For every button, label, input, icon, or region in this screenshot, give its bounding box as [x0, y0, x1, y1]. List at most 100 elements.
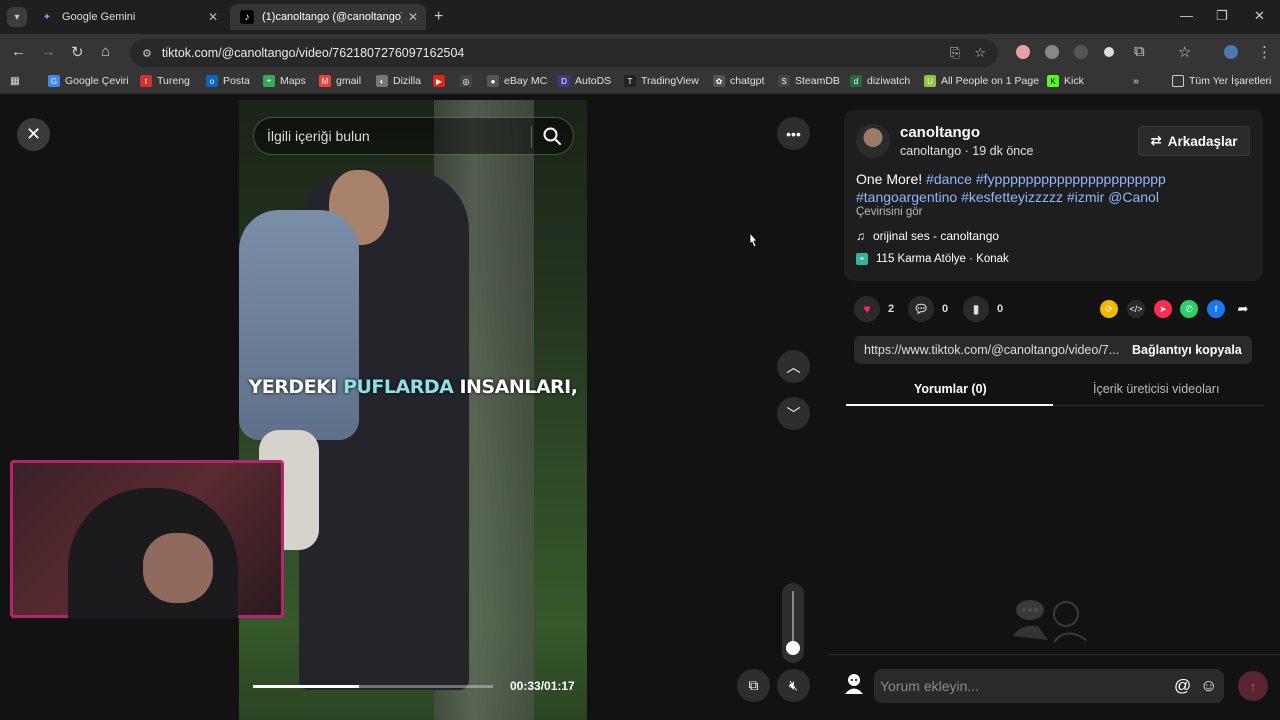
minimize-button[interactable]: —: [1180, 8, 1193, 23]
hashtag-link[interactable]: #fypppppppppppppppppppppp: [976, 171, 1166, 187]
post-info-card: canoltango canoltango · 19 dk önce ⇄ Arka…: [844, 110, 1263, 281]
forward-button[interactable]: →: [41, 43, 56, 60]
extensions-puzzle-icon[interactable]: ⧉: [1134, 43, 1145, 60]
bookmark-item[interactable]: t Tureng: [140, 75, 190, 87]
reload-button[interactable]: ↻: [71, 43, 84, 61]
see-translation-link[interactable]: Çevirisini gör: [856, 206, 922, 218]
video-progress-bar[interactable]: [253, 685, 493, 688]
comment-button[interactable]: 💬︎ 0: [908, 296, 948, 322]
close-icon[interactable]: ✕: [408, 10, 418, 24]
bookmark-item[interactable]: d diziwatch: [850, 75, 910, 87]
next-video-button[interactable]: ﹀: [777, 397, 810, 430]
bookmark-item[interactable]: o Posta: [206, 75, 250, 87]
volume-slider[interactable]: [782, 583, 804, 663]
copy-link-button[interactable]: Bağlantıyı kopyala: [1122, 343, 1242, 357]
mention-at-icon[interactable]: @: [1174, 676, 1191, 696]
related-search-bar[interactable]: [253, 117, 574, 155]
home-button[interactable]: ⌂: [101, 43, 110, 60]
progress-fill: [253, 685, 359, 688]
whatsapp-icon[interactable]: ✆: [1180, 300, 1198, 318]
volume-handle[interactable]: [786, 641, 800, 655]
emoji-icon[interactable]: ☺: [1200, 676, 1217, 696]
heart-icon: ♥: [854, 296, 880, 322]
youtube-icon: ▶: [433, 75, 445, 87]
post-comment-button[interactable]: ↑: [1238, 671, 1268, 701]
hashtag-link[interactable]: #kesfetteyizzzzz: [961, 189, 1063, 205]
window-close-button[interactable]: ✕: [1254, 8, 1265, 24]
tiktok-page: ✕ YERDEKI PUFLARDA INSANLARI, 00:33/01:1…: [0, 94, 1280, 720]
music-link[interactable]: ♫ orijinal ses - canoltango: [856, 229, 999, 243]
embed-code-icon[interactable]: </>: [1127, 300, 1145, 318]
youtube-bookmark[interactable]: ▶: [433, 75, 450, 87]
like-button[interactable]: ♥ 2: [854, 296, 894, 322]
menu-icon[interactable]: ⋮: [1257, 43, 1272, 61]
bookmark-item[interactable]: D AutoDS: [558, 75, 611, 87]
tab-tiktok[interactable]: ♪ (1)canoltango (@canoltango) | ✕: [230, 4, 426, 30]
more-bookmarks-chevron-icon[interactable]: »: [1133, 75, 1139, 87]
subtitle-text: YERDEKI: [248, 376, 344, 398]
mention-link[interactable]: @Canol: [1108, 189, 1159, 205]
bookmark-item[interactable]: U All People on 1 Page: [924, 75, 1039, 87]
search-input[interactable]: [267, 128, 522, 144]
hashtag-link[interactable]: #izmir: [1067, 189, 1104, 205]
music-label: orijinal ses - canoltango: [873, 229, 1000, 243]
previous-video-button[interactable]: ︿: [777, 350, 810, 383]
subtitle-text: INSANLARI,: [453, 376, 578, 398]
bookmark-item[interactable]: ✿ chatgpt: [713, 75, 764, 87]
share-arrow-icon[interactable]: ➦: [1234, 300, 1252, 318]
close-icon[interactable]: ✕: [208, 10, 218, 24]
search-icon[interactable]: [542, 126, 562, 146]
share-link-url[interactable]: https://www.tiktok.com/@canoltango/video…: [854, 343, 1122, 357]
tab-search-button[interactable]: ▾: [7, 7, 27, 27]
site-info-icon[interactable]: ⚙: [142, 47, 152, 60]
extension-icon[interactable]: [1104, 47, 1114, 57]
tab-comments[interactable]: Yorumlar (0): [914, 382, 987, 396]
floating-player-button[interactable]: ⧉: [737, 669, 770, 702]
bookmark-item[interactable]: S SteamDB: [778, 75, 840, 87]
bookmark-item[interactable]: T TradingView: [624, 75, 699, 87]
address-bar[interactable]: ⚙ tiktok.com/@canoltango/video/762180727…: [130, 39, 998, 67]
extension-icon[interactable]: [1016, 45, 1030, 59]
back-button[interactable]: ←: [11, 43, 26, 60]
extension-icon[interactable]: [1074, 45, 1088, 59]
tab-creator-videos[interactable]: İçerik üreticisi videoları: [1093, 382, 1219, 396]
webcam-face: [143, 533, 213, 603]
bookmarks-icon[interactable]: ☆: [1178, 43, 1191, 61]
search-divider: [531, 126, 532, 148]
extension-icon[interactable]: [1045, 45, 1059, 59]
friends-button-label: Arkadaşlar: [1167, 133, 1238, 149]
send-to-friends-icon[interactable]: ➤: [1154, 300, 1172, 318]
friends-button[interactable]: ⇄ Arkadaşlar: [1138, 126, 1250, 156]
tab-google-gemini[interactable]: ✦ Google Gemini ✕: [30, 4, 226, 30]
all-bookmarks-folder[interactable]: Tüm Yer İşaretleri: [1172, 75, 1271, 87]
video-player[interactable]: YERDEKI PUFLARDA INSANLARI,: [239, 100, 587, 720]
profile-avatar[interactable]: [1224, 45, 1238, 59]
location-link[interactable]: ⌖ 115 Karma Atölye · Konak: [856, 253, 1009, 265]
bookmark-star-icon[interactable]: ☆: [974, 45, 986, 61]
bookmark-item[interactable]: K Kick: [1047, 75, 1084, 87]
empty-comments-illustration: [1013, 600, 1087, 643]
repost-icon[interactable]: ⟳: [1100, 300, 1118, 318]
bookmark-item[interactable]: ● eBay MC: [487, 75, 547, 87]
bookmark-item[interactable]: G Google Çeviri: [48, 75, 129, 87]
avatar[interactable]: [856, 124, 890, 158]
bookmark-item[interactable]: ◐ Dizilla: [376, 75, 421, 87]
comment-input[interactable]: [880, 678, 1170, 694]
restore-button[interactable]: ❐: [1216, 8, 1228, 24]
hashtag-link[interactable]: #dance: [926, 171, 972, 187]
bookmark-item[interactable]: ◎: [460, 75, 477, 87]
tab-title: (1)canoltango (@canoltango) |: [262, 11, 402, 23]
close-video-button[interactable]: ✕: [17, 118, 50, 151]
more-options-button[interactable]: •••: [777, 117, 810, 150]
author-username[interactable]: canoltango: [900, 124, 980, 141]
facebook-icon[interactable]: f: [1207, 300, 1225, 318]
new-tab-button[interactable]: +: [434, 8, 443, 26]
comment-input-box[interactable]: @ ☺: [874, 669, 1224, 703]
apps-icon[interactable]: ▦: [10, 75, 20, 87]
bookmark-item[interactable]: ⌖ Maps: [263, 75, 306, 87]
bookmark-item[interactable]: Mgmail: [319, 75, 361, 87]
mute-button[interactable]: 🔇︎: [777, 669, 810, 702]
save-button[interactable]: ▮ 0: [963, 296, 1003, 322]
hashtag-link[interactable]: #tangoargentino: [856, 189, 957, 205]
install-app-icon[interactable]: ⎘: [950, 45, 960, 61]
